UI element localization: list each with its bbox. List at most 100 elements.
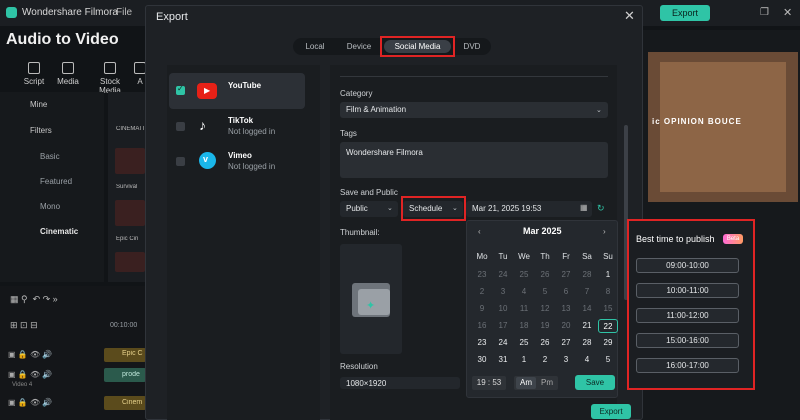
platform-status: Not logged in	[228, 162, 276, 171]
tags-input[interactable]: Wondershare Filmora	[340, 142, 608, 178]
filter-thumb[interactable]	[115, 252, 145, 272]
calendar-day[interactable]: 3	[493, 285, 513, 299]
sidebar-item-mono[interactable]: Mono	[40, 202, 60, 211]
calendar-icon[interactable]: ▦	[580, 203, 588, 212]
am-option[interactable]: Am	[516, 377, 536, 389]
main-export-button[interactable]: Export	[660, 5, 710, 21]
calendar-day[interactable]: 1	[514, 353, 534, 367]
calendar-day[interactable]: 12	[535, 302, 555, 316]
calendar-day[interactable]: 24	[493, 268, 513, 282]
thumbs-header: CINEMATI	[116, 126, 145, 132]
calendar-day[interactable]: 14	[577, 302, 597, 316]
window-close-icon[interactable]: ✕	[783, 6, 792, 19]
datetime-input[interactable]: Mar 21, 2025 19:53	[466, 201, 592, 217]
track-controls-icon[interactable]: ▣ 🔒 👁 🔊	[8, 370, 52, 379]
time-slot-button[interactable]: 09:00-10:00	[636, 258, 739, 273]
calendar-day[interactable]: 31	[493, 353, 513, 367]
filmora-logo-icon	[6, 7, 17, 18]
calendar-day[interactable]: 27	[556, 336, 576, 350]
filter-thumb[interactable]	[115, 200, 145, 226]
vimeo-checkbox[interactable]	[176, 157, 185, 166]
calendar-day[interactable]: 28	[577, 336, 597, 350]
track-controls-icon[interactable]: ▣ 🔒 👁 🔊	[8, 350, 52, 359]
calendar-day[interactable]: 26	[535, 336, 555, 350]
sidebar-item-filters[interactable]: Filters	[30, 126, 52, 135]
weekday-label: Su	[603, 252, 613, 261]
calendar-day[interactable]: 5	[535, 285, 555, 299]
refresh-icon[interactable]: ↻	[597, 203, 605, 214]
toolbar-media[interactable]: Media	[52, 62, 84, 86]
filter-thumb[interactable]	[115, 148, 145, 174]
calendar-day[interactable]: 1	[598, 268, 618, 282]
chevron-down-icon: ⌄	[387, 205, 393, 212]
tab-dvd[interactable]: DVD	[457, 40, 487, 53]
calendar-day[interactable]: 26	[535, 268, 555, 282]
prev-month-icon[interactable]: ‹	[478, 227, 481, 236]
calendar-day[interactable]: 29	[598, 336, 618, 350]
calendar-day[interactable]: 6	[556, 285, 576, 299]
resolution-select[interactable]: 1080×1920	[340, 377, 460, 389]
calendar-day[interactable]: 20	[556, 319, 576, 333]
script-icon	[28, 62, 40, 74]
magic-wand-icon[interactable]: ✦	[366, 299, 375, 312]
calendar-day[interactable]: 7	[577, 285, 597, 299]
calendar-day[interactable]: 27	[556, 268, 576, 282]
close-icon[interactable]: ✕	[624, 8, 635, 24]
tab-device[interactable]: Device	[340, 40, 378, 53]
time-slot-button[interactable]: 11:00-12:00	[636, 308, 739, 323]
category-value: Film & Animation	[346, 105, 407, 114]
menu-file[interactable]: File	[116, 7, 132, 18]
youtube-icon: ▶	[197, 83, 217, 99]
calendar-day[interactable]: 19	[535, 319, 555, 333]
calendar-day[interactable]: 23	[472, 336, 492, 350]
calendar-day[interactable]: 8	[598, 285, 618, 299]
calendar-save-button[interactable]: Save	[575, 375, 615, 390]
track-controls-icon[interactable]: ▣ 🔒 👁 🔊	[8, 398, 52, 407]
weekday-label: Mo	[476, 252, 488, 261]
track-tools-icon[interactable]: ⊞ ⊡ ⊟	[10, 320, 38, 331]
next-month-icon[interactable]: ›	[603, 227, 606, 236]
calendar-day[interactable]: 2	[472, 285, 492, 299]
calendar-day[interactable]: 9	[472, 302, 492, 316]
export-button[interactable]: Export	[591, 404, 631, 419]
time-input[interactable]: 19 : 53	[472, 376, 506, 390]
time-slot-button[interactable]: 15:00-16:00	[636, 333, 739, 348]
save-public-label: Save and Public	[340, 188, 398, 197]
calendar-day[interactable]: 16	[472, 319, 492, 333]
calendar-day[interactable]: 17	[493, 319, 513, 333]
sidebar-item-mine[interactable]: Mine	[30, 100, 47, 109]
calendar-day[interactable]: 5	[598, 353, 618, 367]
calendar-day[interactable]: 2	[535, 353, 555, 367]
calendar-day[interactable]: 25	[514, 268, 534, 282]
sidebar-item-featured[interactable]: Featured	[40, 177, 72, 186]
sidebar-item-basic[interactable]: Basic	[40, 152, 60, 161]
calendar-day-selected[interactable]: 22	[598, 319, 618, 333]
time-slot-button[interactable]: 16:00-17:00	[636, 358, 739, 373]
calendar-day[interactable]: 15	[598, 302, 618, 316]
calendar-day[interactable]: 11	[514, 302, 534, 316]
calendar-day[interactable]: 13	[556, 302, 576, 316]
toolbar-script[interactable]: Script	[18, 62, 50, 86]
calendar-day[interactable]: 25	[514, 336, 534, 350]
calendar-day[interactable]: 21	[577, 319, 597, 333]
calendar-day[interactable]: 10	[493, 302, 513, 316]
youtube-checkbox[interactable]	[176, 84, 185, 95]
calendar-day[interactable]: 3	[556, 353, 576, 367]
calendar-day[interactable]: 4	[514, 285, 534, 299]
calendar-day[interactable]: 30	[472, 353, 492, 367]
sidebar-item-cinematic[interactable]: Cinematic	[40, 227, 78, 236]
tiktok-checkbox[interactable]	[176, 122, 185, 131]
time-slot-button[interactable]: 10:00-11:00	[636, 283, 739, 298]
calendar-day[interactable]: 18	[514, 319, 534, 333]
timeline-tools-icon[interactable]: ▦ ⚲ ↶ ↷ »	[10, 294, 58, 305]
calendar-day[interactable]: 24	[493, 336, 513, 350]
platform-youtube[interactable]	[169, 73, 305, 109]
window-restore-icon[interactable]: ❐	[760, 7, 769, 18]
calendar-day[interactable]: 28	[577, 268, 597, 282]
calendar-day[interactable]: 4	[577, 353, 597, 367]
tab-local[interactable]: Local	[298, 40, 332, 53]
pm-option[interactable]: Pm	[538, 377, 556, 389]
toolbar-stock-media[interactable]: Stock Media	[88, 62, 132, 95]
calendar-day[interactable]: 23	[472, 268, 492, 282]
category-select[interactable]: Film & Animation	[340, 102, 608, 118]
